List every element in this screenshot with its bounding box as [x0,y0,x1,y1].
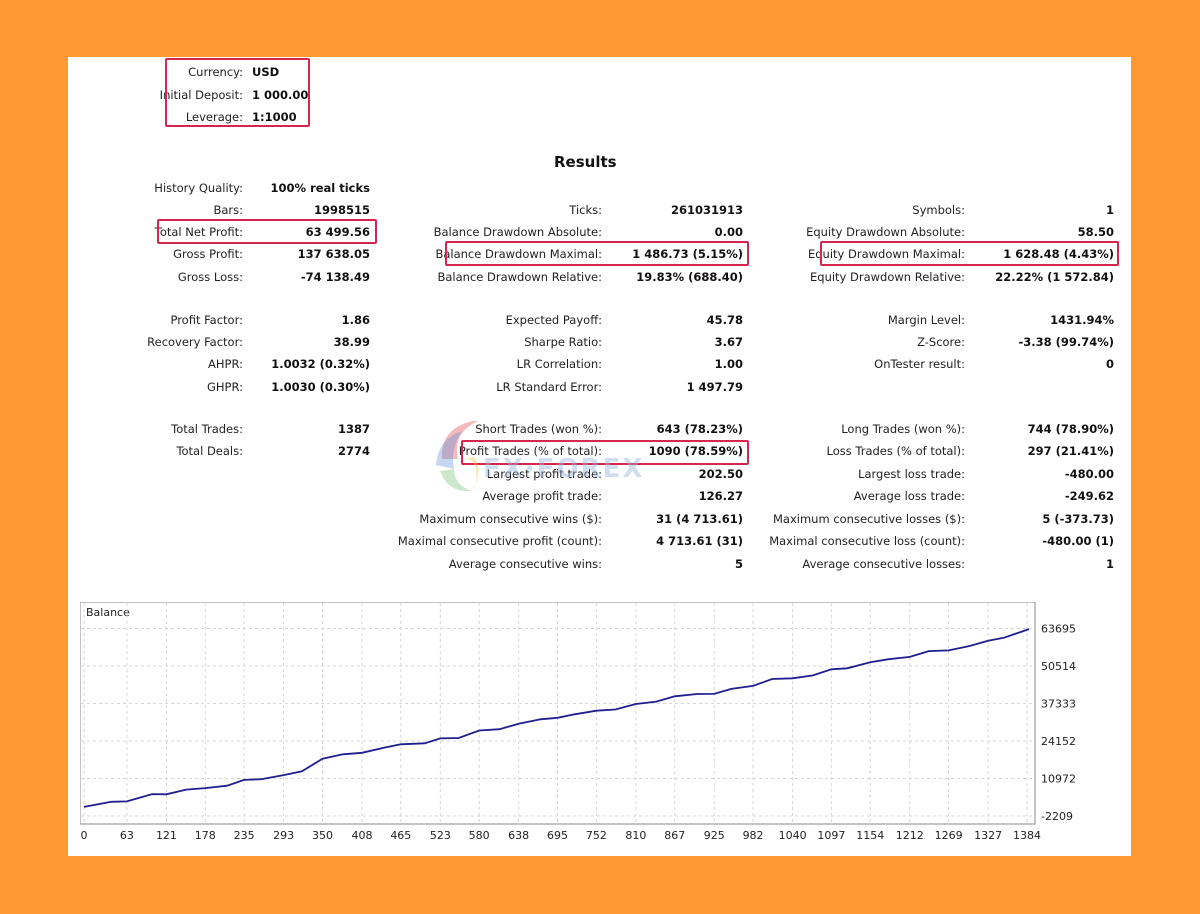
col3-label: Equity Drawdown Absolute: [806,225,965,239]
balance-drawdown-highlight-box [445,241,749,266]
y-tick-label: 37333 [1041,698,1076,711]
x-tick-label: 810 [625,829,646,842]
x-tick-label: 121 [156,829,177,842]
col3-label: Largest loss trade: [858,467,965,481]
x-tick-label: 1269 [935,829,963,842]
col3-value: -249.62 [1064,489,1114,503]
col3-value: -480.00 (1) [1042,534,1114,548]
col3-value: 1 [1105,203,1114,217]
net-profit-highlight-box [157,219,377,244]
balance-chart: Balance 0 63 121 178 235 293 350 408 465 523 580 63… [80,602,1076,842]
y-tick-label: 10972 [1041,773,1076,786]
col3-label: Margin Level: [887,313,965,327]
x-tick-label: 63 [120,829,134,842]
col3-value: 58.50 [1077,225,1114,239]
col3-value: 1 [1105,557,1114,571]
col3-value: 22.22% (1 572.84) [995,270,1114,284]
col1-value: 100% real ticks [270,181,370,195]
x-tick-label: 867 [664,829,685,842]
col3-label: Equity Drawdown Relative: [810,270,965,284]
x-tick-label: 1212 [896,829,924,842]
col3-value: 1431.94% [1050,313,1114,327]
y-tick-label: 50514 [1041,660,1076,673]
x-tick-label: 1154 [856,829,884,842]
results-title: Results [554,153,617,171]
col3-label: Average consecutive losses: [802,557,965,571]
header-highlight-box [165,58,310,127]
col3-value: 5 (-373.73) [1042,512,1114,526]
x-tick-label: 350 [312,829,333,842]
chart-title: Balance [86,606,130,619]
watermark-text: FX·FOREX [483,454,645,484]
y-tick-label: 63695 [1041,623,1076,636]
x-tick-label: 1384 [1013,829,1041,842]
x-tick-label: 0 [81,829,88,842]
col3-label: Z-Score: [917,335,965,349]
col3-label: Long Trades (won %): [841,422,965,436]
x-tick-label: 982 [743,829,764,842]
x-tick-label: 408 [351,829,372,842]
x-tick-label: 1040 [779,829,807,842]
x-tick-label: 925 [704,829,725,842]
col2-value: 1 497.79 [686,380,743,394]
x-tick-label: 638 [508,829,529,842]
x-tick-label: 235 [234,829,255,842]
x-tick-label: 695 [547,829,568,842]
x-tick-label: 465 [390,829,411,842]
x-tick-label: 523 [430,829,451,842]
col3-label: OnTester result: [874,357,965,371]
col3-value: -480.00 [1064,467,1114,481]
col3-label: Symbols: [912,203,965,217]
y-tick-label: 24152 [1041,735,1076,748]
col3-value: 744 (78.90%) [1027,422,1114,436]
x-tick-label: 580 [469,829,490,842]
col3-value: 0 [1105,357,1114,371]
equity-drawdown-highlight-box [820,241,1119,266]
x-tick-label: 1327 [974,829,1002,842]
col3-label: Maximal consecutive loss (count): [769,534,965,548]
report-sheet: Currency: USD Initial Deposit: 1 000.00 … [68,57,1131,856]
x-tick-label: 752 [586,829,607,842]
x-tick-label: 1097 [817,829,845,842]
col3-label: Average loss trade: [853,489,965,503]
col3-label: Maximum consecutive losses ($): [773,512,965,526]
col3-value: -3.38 (99.74%) [1018,335,1114,349]
col3-value: 297 (21.41%) [1027,444,1114,458]
x-tick-label: 293 [273,829,294,842]
y-tick-label: -2209 [1041,810,1073,823]
x-tick-label: 178 [195,829,216,842]
